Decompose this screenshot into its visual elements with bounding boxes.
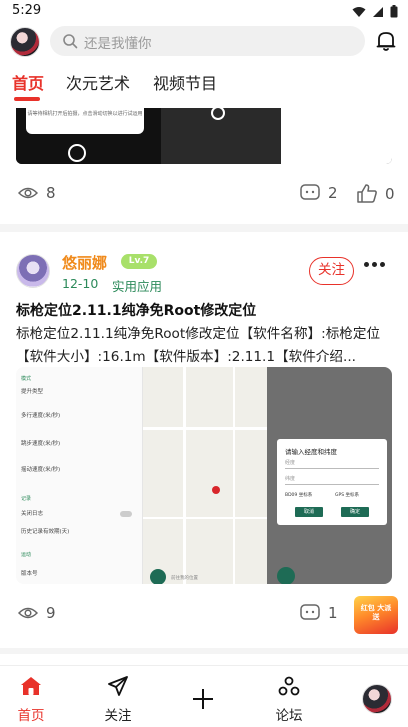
dialog-field: 经度 <box>285 459 379 469</box>
screenshot-pane: 请等待相机打开后拍摄，点击滑动切换以进行试运用 <box>16 108 161 164</box>
settings-section: 模式 <box>21 376 32 382</box>
map-label: 前往我的位置 <box>171 576 198 581</box>
post1-screenshot[interactable]: 请等待相机打开后拍摄，点击滑动切换以进行试运用 <box>16 108 392 164</box>
map-road <box>183 367 186 584</box>
eye-icon <box>18 187 38 199</box>
level-badge: Lv.7 <box>121 254 157 269</box>
bottom-nav: 首页 关注 论坛 <box>0 665 408 727</box>
comment-count-value: 2 <box>328 184 338 202</box>
status-bar: 5:29 <box>0 0 408 24</box>
like-count-value: 0 <box>385 184 395 203</box>
map-fab <box>277 567 295 584</box>
red-packet-promo[interactable]: 红包 大派送 <box>354 596 398 634</box>
toggle-switch <box>120 511 132 517</box>
dialog-radio: GPS 坐标系 <box>335 493 359 498</box>
shutter-ring <box>211 108 225 120</box>
battery-icon <box>390 5 398 18</box>
nav-follow[interactable]: 关注 <box>88 676 148 724</box>
settings-row: 版本号 <box>21 571 38 577</box>
dialog-cancel: 取消 <box>295 507 323 517</box>
search-placeholder: 还是我懂你 <box>84 36 152 52</box>
comment-icon <box>300 604 320 620</box>
map-road <box>143 517 267 519</box>
settings-row: 历史记录有效期(天) <box>21 529 70 535</box>
search-icon <box>63 34 78 49</box>
nav-follow-label: 关注 <box>104 708 132 724</box>
comment-icon <box>300 184 320 200</box>
settings-row: 多行速度(米/秒) <box>21 413 61 419</box>
map-fab <box>150 569 166 584</box>
settings-row: 提升类型 <box>21 389 44 395</box>
comment-button[interactable]: 1 <box>300 604 338 622</box>
promo-text: 红包 大派送 <box>360 604 392 621</box>
view-count-value: 9 <box>46 604 56 622</box>
tab-home[interactable]: 首页 <box>12 70 44 94</box>
post-body[interactable]: 标枪定位2.11.1纯净免Root修改定位【软件名称】:标枪定位【软件大小】:1… <box>16 323 392 369</box>
dialog-radio: BD09 坐标系 <box>285 493 313 498</box>
like-button[interactable]: 0 <box>357 184 395 203</box>
settings-panel: 模式 提升类型 多行速度(米/秒) 跳步速度(米/秒) 摇动速度(米/秒) 记录… <box>16 367 143 584</box>
screenshot-dialog-text: 请等待相机打开后拍摄，点击滑动切换以进行试运用 <box>27 111 143 117</box>
nav-profile-avatar[interactable] <box>362 684 392 714</box>
send-icon <box>108 676 128 696</box>
status-time: 5:29 <box>12 3 42 18</box>
plus-icon[interactable] <box>191 687 215 711</box>
bell-icon[interactable] <box>376 30 396 52</box>
signal-icon <box>373 6 383 17</box>
user-avatar[interactable] <box>10 27 40 57</box>
tab-video[interactable]: 视频节目 <box>153 70 217 94</box>
feed-divider <box>0 648 408 654</box>
screenshot-pane <box>281 108 392 164</box>
post2-screenshot[interactable]: 模式 提升类型 多行速度(米/秒) 跳步速度(米/秒) 摇动速度(米/秒) 记录… <box>16 367 392 584</box>
comment-count-value: 1 <box>328 604 338 622</box>
category-tabs: 首页 次元艺术 视频节目 <box>0 64 408 104</box>
post-category[interactable]: 实用应用 <box>112 276 162 295</box>
wifi-icon <box>352 6 366 17</box>
nav-home-label: 首页 <box>17 708 45 724</box>
settings-row: 摇动速度(米/秒) <box>21 467 61 473</box>
post-date: 12-10 <box>62 276 99 291</box>
map-pane: 前往我的位置 <box>143 367 267 584</box>
dialog-pane: 请输入经度和纬度 经度 纬度 BD09 坐标系 GPS 坐标系 取消 确定 <box>267 367 392 584</box>
view-count: 9 <box>18 604 56 622</box>
view-count: 8 <box>18 184 56 202</box>
settings-row: 关闭日志 <box>21 511 44 517</box>
author-name[interactable]: 悠丽娜 <box>62 252 107 273</box>
forum-icon <box>278 676 300 696</box>
view-count-value: 8 <box>46 184 56 202</box>
tab-art[interactable]: 次元艺术 <box>66 70 130 94</box>
post-title[interactable]: 标枪定位2.11.1纯净免Root修改定位 <box>16 300 256 320</box>
more-options-icon[interactable] <box>364 262 385 267</box>
dialog-field: 纬度 <box>285 475 379 485</box>
dialog-ok: 确定 <box>341 507 369 517</box>
coordinate-dialog: 请输入经度和纬度 经度 纬度 BD09 坐标系 GPS 坐标系 取消 确定 <box>277 439 387 525</box>
nav-forum-label: 论坛 <box>275 708 303 724</box>
post2-stats: 9 1 <box>0 600 408 628</box>
map-road <box>233 367 235 584</box>
nav-forum[interactable]: 论坛 <box>259 676 319 724</box>
follow-button[interactable]: 关注 <box>309 257 354 285</box>
author-avatar[interactable] <box>16 254 50 288</box>
search-bar[interactable]: 还是我懂你 <box>50 26 365 56</box>
tab-active-indicator <box>14 97 40 101</box>
dialog-title: 请输入经度和纬度 <box>285 448 337 456</box>
nav-home[interactable]: 首页 <box>1 676 61 724</box>
status-icons <box>352 5 398 18</box>
post1-stats: 8 2 0 <box>0 180 408 208</box>
home-icon <box>21 677 41 695</box>
map-pin-icon <box>212 486 220 494</box>
settings-row: 跳步速度(米/秒) <box>21 441 61 447</box>
map-road <box>143 427 267 430</box>
eye-icon <box>18 607 38 619</box>
feed-divider <box>0 224 408 232</box>
comment-button[interactable]: 2 <box>300 184 338 202</box>
settings-section: 运动 <box>21 552 32 558</box>
thumbs-up-icon <box>357 184 377 203</box>
screenshot-dialog: 请等待相机打开后拍摄，点击滑动切换以进行试运用 <box>26 108 144 134</box>
shutter-ring <box>68 144 86 162</box>
settings-section: 记录 <box>21 496 32 502</box>
screenshot-pane <box>161 108 281 164</box>
top-header: 还是我懂你 <box>0 24 408 60</box>
